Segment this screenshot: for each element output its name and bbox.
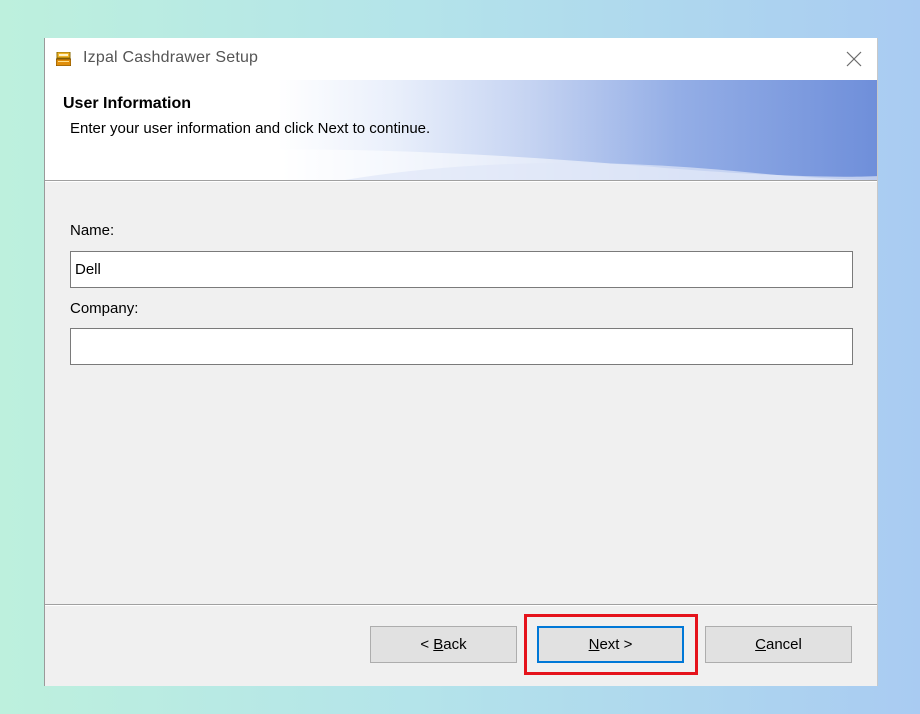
back-button-prefix: < <box>420 636 434 653</box>
cash-register-icon <box>56 52 71 66</box>
footer-divider-highlight <box>45 605 877 606</box>
cancel-button[interactable]: Cancel <box>705 626 852 663</box>
close-button[interactable] <box>831 38 877 80</box>
next-button-mnemonic: N <box>588 636 600 653</box>
name-label: Name: <box>70 222 115 239</box>
setup-dialog-window: Izpal Cashdrawer Setup User Information … <box>44 38 878 686</box>
next-button-rest: ext > <box>599 636 633 653</box>
back-button[interactable]: < Back <box>370 626 517 663</box>
header-banner: User Information Enter your user informa… <box>45 80 877 180</box>
close-icon <box>846 51 862 67</box>
name-field[interactable] <box>70 251 853 288</box>
company-field[interactable] <box>70 328 853 365</box>
page-subtitle: Enter your user information and click Ne… <box>70 120 431 137</box>
banner-divider-highlight <box>45 181 877 182</box>
company-label: Company: <box>70 300 139 317</box>
back-button-mnemonic: B <box>433 636 444 653</box>
back-button-rest: ack <box>443 636 467 653</box>
cancel-button-mnemonic: C <box>755 636 766 653</box>
next-button[interactable]: Next > <box>537 626 684 663</box>
title-bar: Izpal Cashdrawer Setup <box>45 38 877 80</box>
page-title: User Information <box>63 95 192 112</box>
cancel-button-rest: ancel <box>765 636 802 653</box>
window-title: Izpal Cashdrawer Setup <box>83 49 259 66</box>
